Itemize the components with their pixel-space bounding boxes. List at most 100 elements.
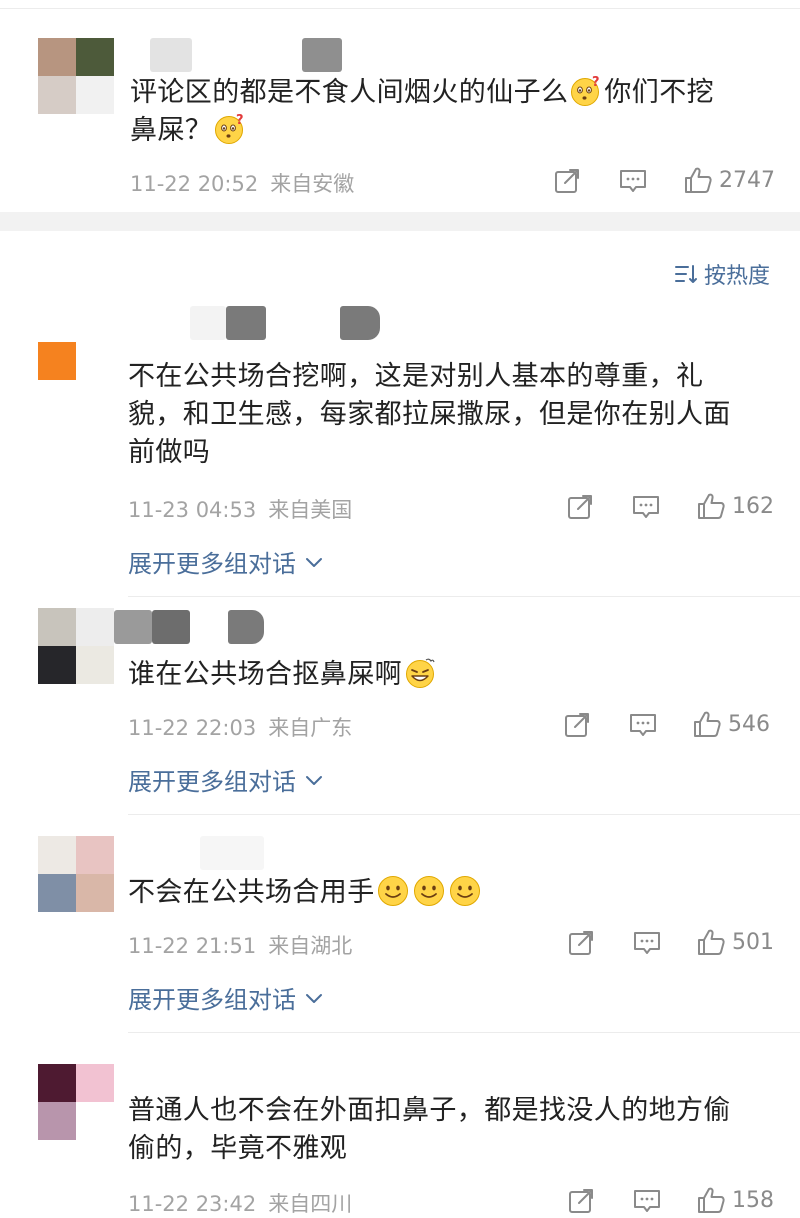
chevron-down-icon xyxy=(304,991,324,1005)
comment-divider xyxy=(128,814,800,815)
like-icon xyxy=(696,1185,726,1215)
reply-button[interactable] xyxy=(631,493,661,521)
avatar-tile xyxy=(76,76,114,114)
comment-meta: 11-23 04:53 来自美国 xyxy=(128,494,352,524)
comment-icon xyxy=(618,167,648,195)
avatar-tile xyxy=(38,1102,76,1140)
expand-label: 展开更多组对话 xyxy=(128,550,296,578)
comment-icon xyxy=(628,711,658,739)
blurred-username[interactable] xyxy=(150,38,192,72)
share-icon xyxy=(563,711,591,739)
share-icon xyxy=(567,1187,595,1215)
avatar-tile xyxy=(38,646,76,684)
sort-toggle[interactable]: 按热度 xyxy=(674,258,770,290)
expand-label: 展开更多组对话 xyxy=(128,768,296,796)
sort-icon xyxy=(675,265,697,283)
comment-time: 11-22 21:51 xyxy=(128,934,257,958)
comment-text: 不会在公共场合用手 xyxy=(128,874,788,912)
comment-divider xyxy=(128,596,800,597)
reply-button[interactable] xyxy=(628,711,658,739)
top-divider xyxy=(0,8,800,9)
like-count: 158 xyxy=(732,1187,774,1213)
comment-text-line: 普通人也不会在外面扣鼻子，都是找没人的地方偷 xyxy=(128,1095,731,1126)
avatar[interactable] xyxy=(38,608,114,684)
avatar-tile xyxy=(76,38,114,76)
avatar-tile xyxy=(76,1064,114,1102)
comment-text-line: 前做吗 xyxy=(128,437,211,468)
avatar[interactable] xyxy=(38,342,76,380)
like-count: 546 xyxy=(728,711,770,737)
like-button[interactable]: 501 xyxy=(696,927,774,957)
comment-location: 来自湖北 xyxy=(268,934,353,958)
expand-label: 展开更多组对话 xyxy=(128,986,296,1014)
blurred-username[interactable] xyxy=(302,38,342,72)
blurred-username[interactable] xyxy=(200,836,264,870)
comment-location: 来自安徽 xyxy=(270,172,355,196)
expand-replies-link[interactable]: 展开更多组对话 xyxy=(128,980,324,1015)
blurred-username[interactable] xyxy=(114,610,152,644)
blurred-username[interactable] xyxy=(228,610,264,644)
share-button[interactable] xyxy=(567,1187,595,1215)
share-button[interactable] xyxy=(553,167,581,195)
reply-button[interactable] xyxy=(618,167,648,195)
smile-emoji xyxy=(413,875,445,907)
avatar-tile xyxy=(38,76,76,114)
blurred-username[interactable] xyxy=(226,306,266,340)
comment-meta: 11-22 22:03 来自广东 xyxy=(128,712,352,742)
comment-icon xyxy=(631,493,661,521)
avatar-tile xyxy=(76,874,114,912)
share-button[interactable] xyxy=(566,493,594,521)
comment-time: 11-22 23:42 xyxy=(128,1192,257,1216)
share-icon xyxy=(566,493,594,521)
comment-divider xyxy=(128,1032,800,1033)
avatar-tile xyxy=(76,1102,114,1140)
comment-time: 11-23 04:53 xyxy=(128,498,257,522)
comment-time: 11-22 20:52 xyxy=(130,172,259,196)
smile-emoji xyxy=(377,875,409,907)
avatar-tile xyxy=(38,608,76,646)
avatar-tile xyxy=(38,836,76,874)
like-icon xyxy=(696,927,726,957)
section-divider xyxy=(0,212,800,231)
comment-text: 普通人也不会在外面扣鼻子，都是找没人的地方偷 偷的，毕竟不雅观 xyxy=(128,1092,788,1168)
comment-meta: 11-22 23:42 来自四川 xyxy=(128,1188,352,1218)
expand-replies-link[interactable]: 展开更多组对话 xyxy=(128,544,324,579)
like-icon xyxy=(683,165,713,195)
share-button[interactable] xyxy=(567,929,595,957)
chevron-down-icon xyxy=(304,773,324,787)
like-icon xyxy=(696,491,726,521)
like-button[interactable]: 2747 xyxy=(683,165,775,195)
comment-text-part: 谁在公共场合抠鼻屎啊 xyxy=(128,659,402,690)
comment-icon xyxy=(632,929,662,957)
comment-text-part: 不会在公共场合用手 xyxy=(128,877,375,908)
avatar-tile xyxy=(38,1064,76,1102)
blurred-username[interactable] xyxy=(190,306,226,340)
thinking-emoji xyxy=(570,75,602,107)
like-count: 2747 xyxy=(719,167,775,193)
comment-location: 来自美国 xyxy=(268,498,353,522)
like-count: 162 xyxy=(732,493,774,519)
like-count: 501 xyxy=(732,929,774,955)
comment-text-line: 不在公共场合挖啊，这是对别人基本的尊重，礼 xyxy=(128,361,704,392)
avatar[interactable] xyxy=(38,1064,114,1140)
comment-meta: 11-22 21:51 来自湖北 xyxy=(128,930,352,960)
share-icon xyxy=(567,929,595,957)
reply-button[interactable] xyxy=(632,929,662,957)
like-button[interactable]: 162 xyxy=(696,491,774,521)
share-button[interactable] xyxy=(563,711,591,739)
comment-text-part: 评论区的都是不食人间烟火的仙子么 xyxy=(130,77,569,108)
comment-text: 谁在公共场合抠鼻屎啊 xyxy=(128,656,788,694)
avatar-tile xyxy=(76,608,114,646)
like-button[interactable]: 546 xyxy=(692,709,770,739)
like-icon xyxy=(692,709,722,739)
like-button[interactable]: 158 xyxy=(696,1185,774,1215)
expand-replies-link[interactable]: 展开更多组对话 xyxy=(128,762,324,797)
blurred-username[interactable] xyxy=(340,306,380,340)
reply-button[interactable] xyxy=(632,1187,662,1215)
blurred-username[interactable] xyxy=(152,610,190,644)
avatar[interactable] xyxy=(38,836,114,912)
comment-text: 不在公共场合挖啊，这是对别人基本的尊重，礼 貌，和卫生感，每家都拉屎撒尿，但是你… xyxy=(128,358,788,472)
avatar[interactable] xyxy=(38,38,114,114)
comment-time: 11-22 22:03 xyxy=(128,716,257,740)
avatar-tile xyxy=(76,836,114,874)
